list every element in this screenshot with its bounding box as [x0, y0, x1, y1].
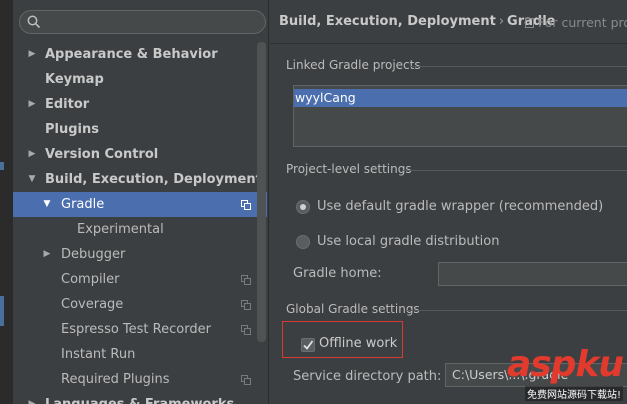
section-divider	[402, 170, 627, 171]
tree-item-languages-frameworks[interactable]: ▶ Languages & Frameworks	[13, 392, 267, 404]
tree-item-keymap[interactable]: Keymap	[13, 67, 267, 92]
tree-item-label: Languages & Frameworks	[45, 392, 234, 404]
radio-button[interactable]	[296, 200, 310, 214]
watermark-tagline: 免费网站源码下载站!	[524, 386, 623, 401]
linked-projects-list[interactable]: wyylCang	[293, 85, 627, 147]
service-directory-label: Service directory path:	[293, 369, 442, 384]
tree-item-build-execution-deployment[interactable]: ▼ Build, Execution, Deployment	[13, 167, 267, 192]
tree-item-espresso-test-recorder[interactable]: Espresso Test Recorder	[13, 317, 267, 342]
gradle-home-input[interactable]	[438, 262, 627, 286]
offline-work-checkbox[interactable]	[301, 338, 315, 352]
expand-arrow-icon[interactable]: ▶	[27, 92, 37, 117]
section-divider	[410, 66, 627, 67]
edge-marker	[0, 162, 4, 170]
tree-item-coverage[interactable]: Coverage	[13, 292, 267, 317]
settings-tree: ▶ Appearance & Behavior Keymap ▶ Editor …	[13, 42, 267, 404]
breadcrumb-item: Build, Execution, Deployment	[279, 14, 496, 29]
section-title-linked-projects: Linked Gradle projects	[286, 58, 421, 72]
project-settings-icon	[241, 300, 251, 310]
expand-arrow-icon[interactable]: ▶	[27, 392, 37, 404]
tree-item-label: Compiler	[61, 272, 120, 287]
tree-item-version-control[interactable]: ▶ Version Control	[13, 142, 267, 167]
tree-item-label: Editor	[45, 97, 90, 112]
gradle-home-label: Gradle home:	[293, 266, 382, 281]
expand-arrow-icon[interactable]: ▶	[42, 242, 52, 267]
settings-sidebar: ▶ Appearance & Behavior Keymap ▶ Editor …	[13, 0, 269, 404]
scrollbar-thumb[interactable]	[257, 42, 266, 342]
tree-item-label: Gradle	[61, 197, 105, 212]
tree-item-instant-run[interactable]: Instant Run	[13, 342, 267, 367]
tree-item-label: Keymap	[45, 72, 104, 87]
tree-item-debugger[interactable]: ▶ Debugger	[13, 242, 267, 267]
window-edge	[0, 0, 13, 404]
tree-item-label: Plugins	[45, 122, 99, 137]
breadcrumb-separator: ›	[498, 14, 505, 29]
tree-item-label: Version Control	[45, 147, 159, 162]
scope-indicator: For current proj	[525, 15, 627, 30]
tree-item-label: Appearance & Behavior	[45, 47, 218, 62]
tree-item-label: Instant Run	[61, 347, 136, 362]
project-settings-icon	[241, 275, 251, 285]
tree-item-label: Required Plugins	[61, 372, 170, 387]
linked-project-item[interactable]: wyylCang	[294, 89, 627, 107]
checkmark-icon	[303, 340, 314, 350]
breadcrumb: Build, Execution, Deployment › Gradle	[279, 14, 555, 29]
project-settings-icon	[241, 325, 251, 335]
edge-marker	[0, 296, 4, 326]
tree-item-label: Build, Execution, Deployment	[45, 172, 262, 187]
offline-work-label: Offline work	[319, 336, 398, 351]
section-title-project-level: Project-level settings	[286, 162, 412, 176]
tree-item-label: Coverage	[61, 297, 124, 312]
scope-text: For current proj	[538, 15, 627, 30]
radio-selected-dot	[300, 204, 306, 210]
sidebar-scrollbar[interactable]	[257, 42, 266, 404]
tree-item-required-plugins[interactable]: Required Plugins	[13, 367, 267, 392]
tree-item-experimental[interactable]: Experimental	[13, 217, 267, 242]
tree-item-label: Espresso Test Recorder	[61, 322, 211, 337]
tree-item-appearance-behavior[interactable]: ▶ Appearance & Behavior	[13, 42, 267, 67]
tree-item-label: Debugger	[61, 247, 126, 262]
section-title-global: Global Gradle settings	[286, 302, 420, 316]
tree-item-editor[interactable]: ▶ Editor	[13, 92, 267, 117]
watermark-brand: aspku	[506, 344, 624, 385]
radio-button[interactable]	[296, 235, 310, 249]
tree-item-plugins[interactable]: Plugins	[13, 117, 267, 142]
collapse-arrow-icon[interactable]: ▼	[27, 167, 37, 192]
search-icon	[27, 15, 41, 29]
section-divider	[406, 310, 627, 311]
project-scope-icon	[525, 18, 534, 28]
expand-arrow-icon[interactable]: ▶	[27, 42, 37, 67]
tree-item-compiler[interactable]: Compiler	[13, 267, 267, 292]
tree-item-gradle[interactable]: ▼ Gradle	[13, 192, 267, 217]
collapse-arrow-icon[interactable]: ▼	[42, 192, 52, 217]
project-settings-icon	[241, 375, 251, 385]
header-divider	[270, 43, 627, 44]
tree-item-label: Experimental	[77, 222, 164, 237]
project-settings-icon	[241, 200, 251, 210]
expand-arrow-icon[interactable]: ▶	[27, 142, 37, 167]
radio-label: Use local gradle distribution	[317, 234, 500, 249]
site-watermark: aspku 免费网站源码下载站!	[468, 344, 627, 404]
settings-search-input[interactable]	[19, 10, 266, 34]
radio-label: Use default gradle wrapper (recommended)	[317, 199, 604, 214]
